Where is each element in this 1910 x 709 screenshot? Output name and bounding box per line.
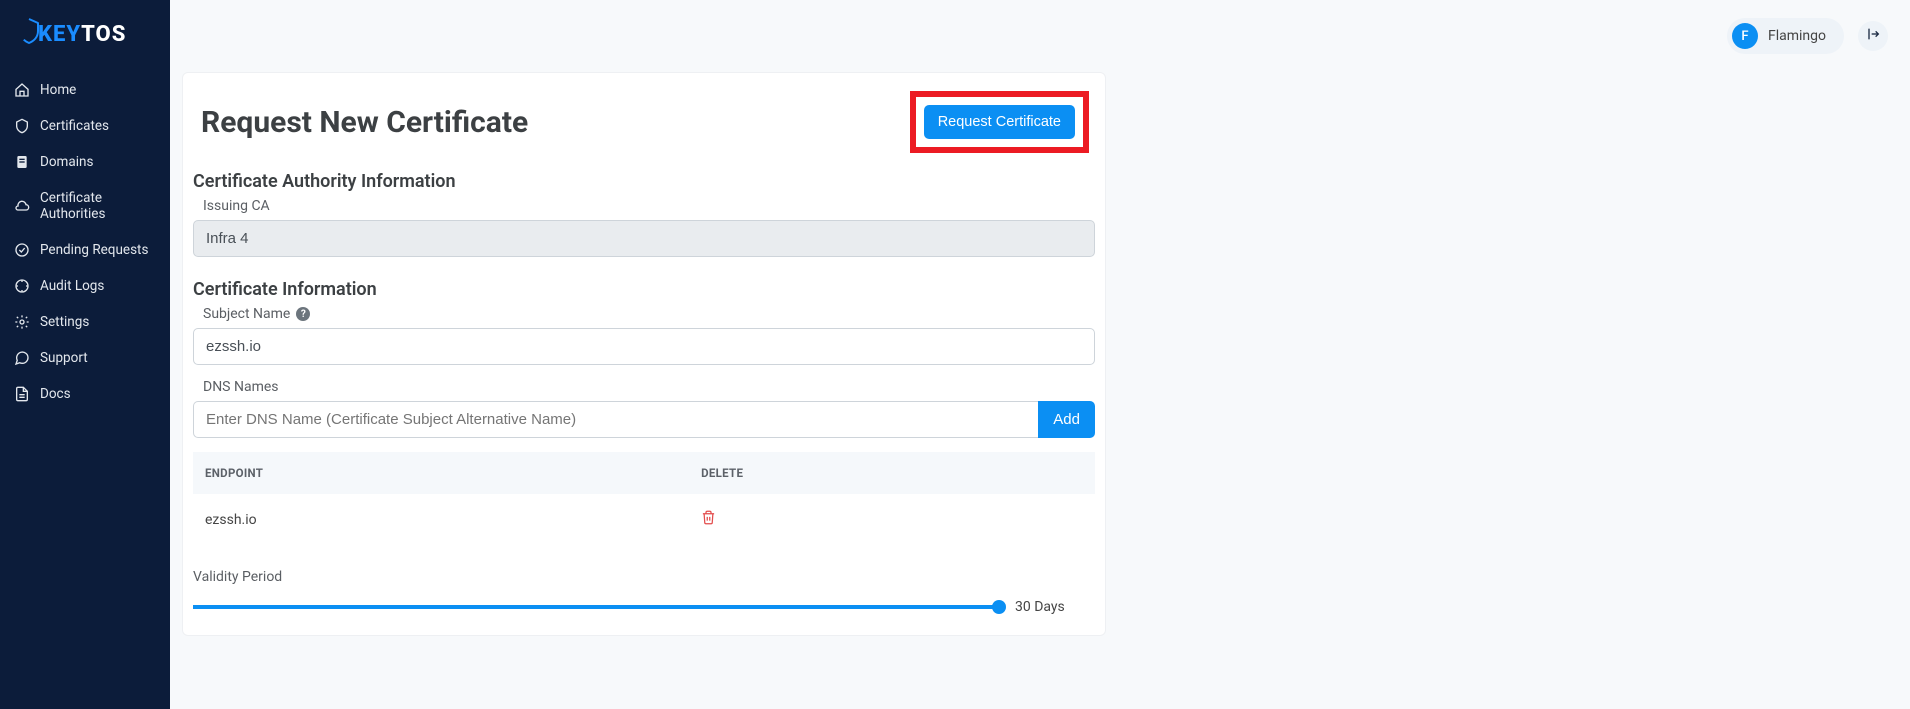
clock-check-icon: [14, 242, 30, 258]
card-header: Request New Certificate Request Certific…: [183, 73, 1105, 171]
sidebar-item-label: Certificates: [40, 118, 109, 134]
topbar: F Flamingo: [170, 0, 1910, 72]
logout-icon: [1865, 26, 1881, 46]
gear-icon: [14, 314, 30, 330]
slider-thumb[interactable]: [992, 600, 1006, 614]
subject-name-input[interactable]: [193, 328, 1095, 365]
dns-names-label: DNS Names: [203, 379, 1095, 395]
page-icon: [14, 386, 30, 402]
sidebar-item-home[interactable]: Home: [0, 72, 170, 108]
sidebar-item-label: Settings: [40, 314, 89, 330]
sidebar-item-label: Pending Requests: [40, 242, 148, 258]
shield-check-icon: [14, 118, 30, 134]
sidebar-item-label: Certificate Authorities: [40, 190, 156, 222]
user-name: Flamingo: [1768, 28, 1826, 44]
user-menu[interactable]: F Flamingo: [1727, 18, 1844, 54]
sidebar-item-label: Audit Logs: [40, 278, 104, 294]
card-body: Certificate Authority Information Issuin…: [183, 171, 1105, 635]
sidebar-item-support[interactable]: Support: [0, 340, 170, 376]
help-icon[interactable]: ?: [296, 307, 310, 321]
validity-value: 30 Days: [1015, 599, 1095, 615]
sidebar-item-label: Home: [40, 82, 76, 98]
delete-row-button[interactable]: [701, 511, 716, 529]
validity-slider[interactable]: [193, 605, 999, 609]
dns-table: ENDPOINT DELETE ezssh.io: [193, 452, 1095, 545]
page-title: Request New Certificate: [201, 105, 528, 140]
shield-icon: [18, 18, 40, 50]
table-row: ezssh.io: [193, 494, 1095, 545]
brand-text-2: TOS: [81, 22, 126, 47]
col-endpoint: ENDPOINT: [193, 452, 689, 494]
request-certificate-button[interactable]: Request Certificate: [924, 105, 1075, 139]
sidebar-item-certificates[interactable]: Certificates: [0, 108, 170, 144]
add-dns-button[interactable]: Add: [1038, 401, 1095, 438]
request-certificate-card: Request New Certificate Request Certific…: [182, 72, 1106, 636]
sidebar-item-label: Docs: [40, 386, 71, 402]
sidebar-item-label: Support: [40, 350, 88, 366]
dns-name-input[interactable]: [193, 401, 1038, 438]
sidebar-item-certificate-authorities[interactable]: Certificate Authorities: [0, 180, 170, 232]
main: F Flamingo Request New Certificate Reque…: [170, 0, 1910, 709]
avatar: F: [1732, 23, 1758, 49]
issuing-ca-label: Issuing CA: [203, 198, 1095, 214]
doc-icon: [14, 154, 30, 170]
subject-name-label: Subject Name: [203, 306, 290, 322]
col-delete: DELETE: [689, 452, 1095, 494]
chat-icon: [14, 350, 30, 366]
sidebar-item-domains[interactable]: Domains: [0, 144, 170, 180]
issuing-ca-input: [193, 220, 1095, 257]
sidebar-item-audit-logs[interactable]: Audit Logs: [0, 268, 170, 304]
sidebar-item-settings[interactable]: Settings: [0, 304, 170, 340]
content: Request New Certificate Request Certific…: [170, 72, 1910, 636]
sidebar-item-docs[interactable]: Docs: [0, 376, 170, 412]
ca-section-title: Certificate Authority Information: [193, 171, 1095, 192]
sidebar-item-pending-requests[interactable]: Pending Requests: [0, 232, 170, 268]
sidebar-item-label: Domains: [40, 154, 93, 170]
target-icon: [14, 278, 30, 294]
brand-text-1: KEY: [38, 22, 81, 47]
highlight-box: Request Certificate: [910, 91, 1089, 153]
endpoint-cell: ezssh.io: [193, 494, 689, 545]
brand-logo: KEY TOS: [0, 18, 170, 72]
sidebar: KEY TOS Home Certificates Domains Certif…: [0, 0, 170, 709]
cert-section-title: Certificate Information: [193, 279, 1095, 300]
logout-button[interactable]: [1858, 21, 1888, 51]
sidebar-nav: Home Certificates Domains Certificate Au…: [0, 72, 170, 412]
cloud-icon: [14, 198, 30, 214]
home-icon: [14, 82, 30, 98]
validity-period-label: Validity Period: [193, 569, 1095, 585]
